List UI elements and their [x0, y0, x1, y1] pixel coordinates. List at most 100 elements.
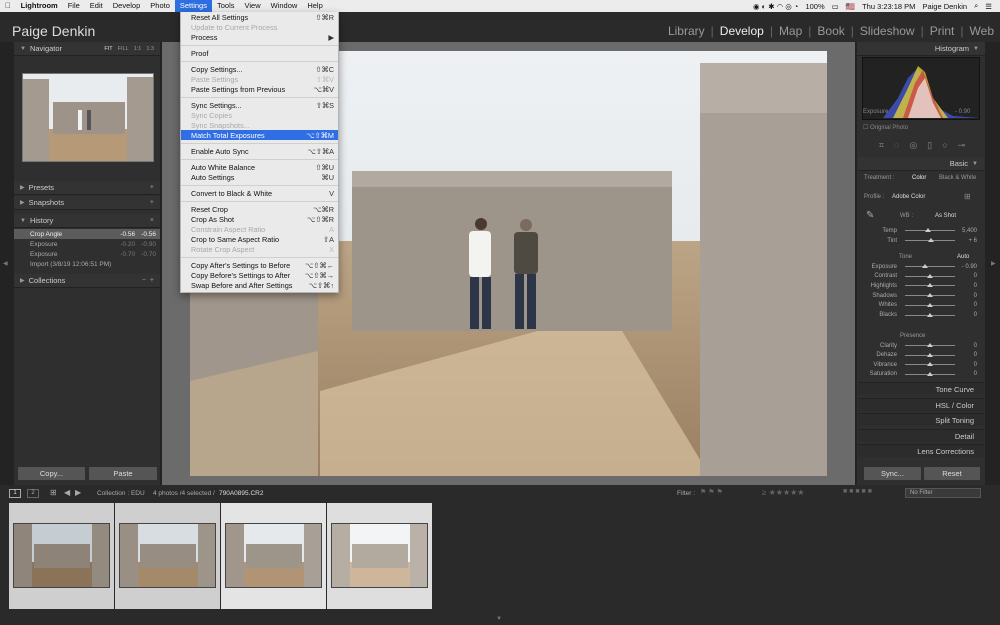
- menu-item[interactable]: Swap Before and After Settings ⌥⇧⌘↑: [181, 280, 338, 290]
- module-slideshow[interactable]: Slideshow: [860, 24, 915, 38]
- slider-knob[interactable]: [927, 302, 933, 307]
- slider-vibrance[interactable]: Vibrance 0: [865, 360, 977, 369]
- battery-percent[interactable]: 100%: [805, 2, 824, 11]
- bottom-panel-toggle-icon[interactable]: ▼: [496, 616, 502, 622]
- zoom-fill[interactable]: FILL: [118, 46, 129, 52]
- history-item[interactable]: Exposure -0.70 -0.70: [14, 249, 160, 259]
- paste-button[interactable]: Paste: [89, 467, 157, 480]
- slider-shadows[interactable]: Shadows 0: [865, 291, 977, 300]
- slider-knob[interactable]: [927, 293, 933, 298]
- slider-value[interactable]: 0: [959, 352, 977, 358]
- presets-header[interactable]: ▶ Presets +: [14, 181, 160, 195]
- history-item[interactable]: Import (3/8/19 12:06:51 PM): [14, 259, 160, 269]
- module-develop[interactable]: Develop: [720, 24, 764, 38]
- clock[interactable]: Thu 3:23:18 PM: [862, 2, 915, 11]
- filmstrip-thumb[interactable]: [221, 503, 326, 609]
- slider-value[interactable]: 0: [959, 302, 977, 308]
- status-icons[interactable]: ◉ ◐ ✱ ◠ ◎ ◔: [753, 2, 798, 11]
- tone-curve-header[interactable]: Tone Curve: [858, 382, 984, 395]
- slider-value[interactable]: 0: [959, 312, 977, 318]
- navigator-preview[interactable]: [22, 73, 154, 162]
- original-photo-checkbox[interactable]: ☐ Original Photo: [863, 124, 908, 131]
- slider-value[interactable]: 0: [959, 362, 977, 368]
- slider-track[interactable]: [905, 371, 955, 376]
- clear-history-icon[interactable]: ×: [150, 217, 154, 224]
- menu-edit[interactable]: Edit: [85, 0, 108, 12]
- star-rating-filter[interactable]: ≥ ★★★★★: [762, 488, 804, 497]
- slider-knob[interactable]: [927, 371, 933, 376]
- slider-track[interactable]: [905, 273, 955, 278]
- slider-track[interactable]: [905, 228, 955, 232]
- source-label[interactable]: Collection : EDU: [97, 490, 145, 497]
- slider-knob[interactable]: [927, 352, 933, 357]
- slider-track[interactable]: [905, 293, 955, 298]
- slider-knob[interactable]: [927, 283, 933, 288]
- menu-item[interactable]: Sync Settings... ⇧⌘S: [181, 100, 338, 110]
- slider-track[interactable]: [905, 283, 955, 288]
- slider-whites[interactable]: Whites 0: [865, 301, 977, 310]
- menu-help[interactable]: Help: [302, 0, 327, 12]
- menu-item[interactable]: Enable Auto Sync ⌥⇧⌘A: [181, 146, 338, 156]
- menu-item[interactable]: Proof: [181, 48, 338, 58]
- menu-item[interactable]: Auto Settings ⌘U: [181, 172, 338, 182]
- slider-blacks[interactable]: Blacks 0: [865, 311, 977, 320]
- treatment-color[interactable]: Color: [912, 175, 926, 181]
- slider-knob[interactable]: [927, 273, 933, 278]
- red-eye-icon[interactable]: ◎: [909, 140, 917, 151]
- add-preset-icon[interactable]: +: [150, 184, 154, 191]
- zoom-fit[interactable]: FIT: [104, 46, 112, 52]
- hsl-color-header[interactable]: HSL / Color: [858, 398, 984, 411]
- back-arrow-icon[interactable]: ◀: [64, 488, 70, 497]
- menu-item[interactable]: Process ▶: [181, 32, 338, 42]
- menu-window[interactable]: Window: [266, 0, 303, 12]
- history-item[interactable]: Exposure -0.20 -0.90: [14, 239, 160, 249]
- slider-value[interactable]: + 6: [959, 238, 977, 244]
- menu-develop[interactable]: Develop: [108, 0, 146, 12]
- navigator-header[interactable]: ▼ Navigator FIT FILL 1:1 1:3: [14, 42, 160, 56]
- menu-item[interactable]: Copy Before's Settings to After ⌥⇧⌘→: [181, 270, 338, 280]
- menu-lightroom[interactable]: Lightroom: [16, 0, 63, 12]
- slider-value[interactable]: 0: [959, 283, 977, 289]
- module-library[interactable]: Library: [668, 24, 705, 38]
- menu-item[interactable]: Copy After's Settings to Before ⌥⇧⌘←: [181, 260, 338, 270]
- module-book[interactable]: Book: [817, 24, 844, 38]
- slider-knob[interactable]: [928, 238, 934, 242]
- detail-header[interactable]: Detail: [858, 429, 984, 442]
- add-snapshot-icon[interactable]: +: [150, 199, 154, 206]
- slider-track[interactable]: [905, 352, 955, 357]
- crop-overlay-icon[interactable]: ⌗: [879, 140, 884, 151]
- snapshots-header[interactable]: ▶ Snapshots +: [14, 196, 160, 210]
- adjustment-brush-icon[interactable]: ⊸: [958, 140, 966, 151]
- slider-knob[interactable]: [927, 362, 933, 367]
- menubar-user[interactable]: Paige Denkin: [922, 2, 967, 11]
- slider-clarity[interactable]: Clarity 0: [865, 341, 977, 350]
- tone-auto-button[interactable]: Auto: [957, 254, 969, 260]
- slider-contrast[interactable]: Contrast 0: [865, 272, 977, 281]
- slider-track[interactable]: [905, 312, 955, 317]
- history-header[interactable]: ▼ History ×: [14, 214, 160, 228]
- color-label-filter[interactable]: ■ ■ ■ ■ ■: [843, 488, 872, 495]
- slider-value[interactable]: 5,400: [959, 228, 977, 234]
- menu-photo[interactable]: Photo: [145, 0, 175, 12]
- zoom-1-1[interactable]: 1:1: [134, 46, 142, 52]
- slider-exposure[interactable]: Exposure - 0.90: [865, 262, 977, 271]
- slider-track[interactable]: [905, 343, 955, 347]
- menu-item[interactable]: Reset All Settings ⇧⌘R: [181, 12, 338, 22]
- grid-view-icon[interactable]: ⊞: [50, 488, 57, 497]
- slider-value[interactable]: 0: [959, 273, 977, 279]
- slider-track[interactable]: [905, 362, 955, 367]
- menu-tools[interactable]: Tools: [212, 0, 240, 12]
- module-web[interactable]: Web: [970, 24, 994, 38]
- apple-menu-icon[interactable]: : [0, 0, 16, 12]
- menu-file[interactable]: File: [63, 0, 85, 12]
- history-item[interactable]: Crop Angle -0.56 -0.56: [14, 229, 160, 239]
- menu-view[interactable]: View: [240, 0, 266, 12]
- slider-knob[interactable]: [922, 264, 928, 268]
- copy-button[interactable]: Copy...: [18, 467, 85, 480]
- list-icon[interactable]: ☰: [985, 2, 992, 11]
- slider-value[interactable]: 0: [959, 293, 977, 299]
- filmstrip-thumb[interactable]: [327, 503, 432, 609]
- lens-corrections-header[interactable]: Lens Corrections: [858, 444, 984, 457]
- graduated-filter-icon[interactable]: ▯: [927, 140, 932, 151]
- slider-knob[interactable]: [927, 343, 933, 347]
